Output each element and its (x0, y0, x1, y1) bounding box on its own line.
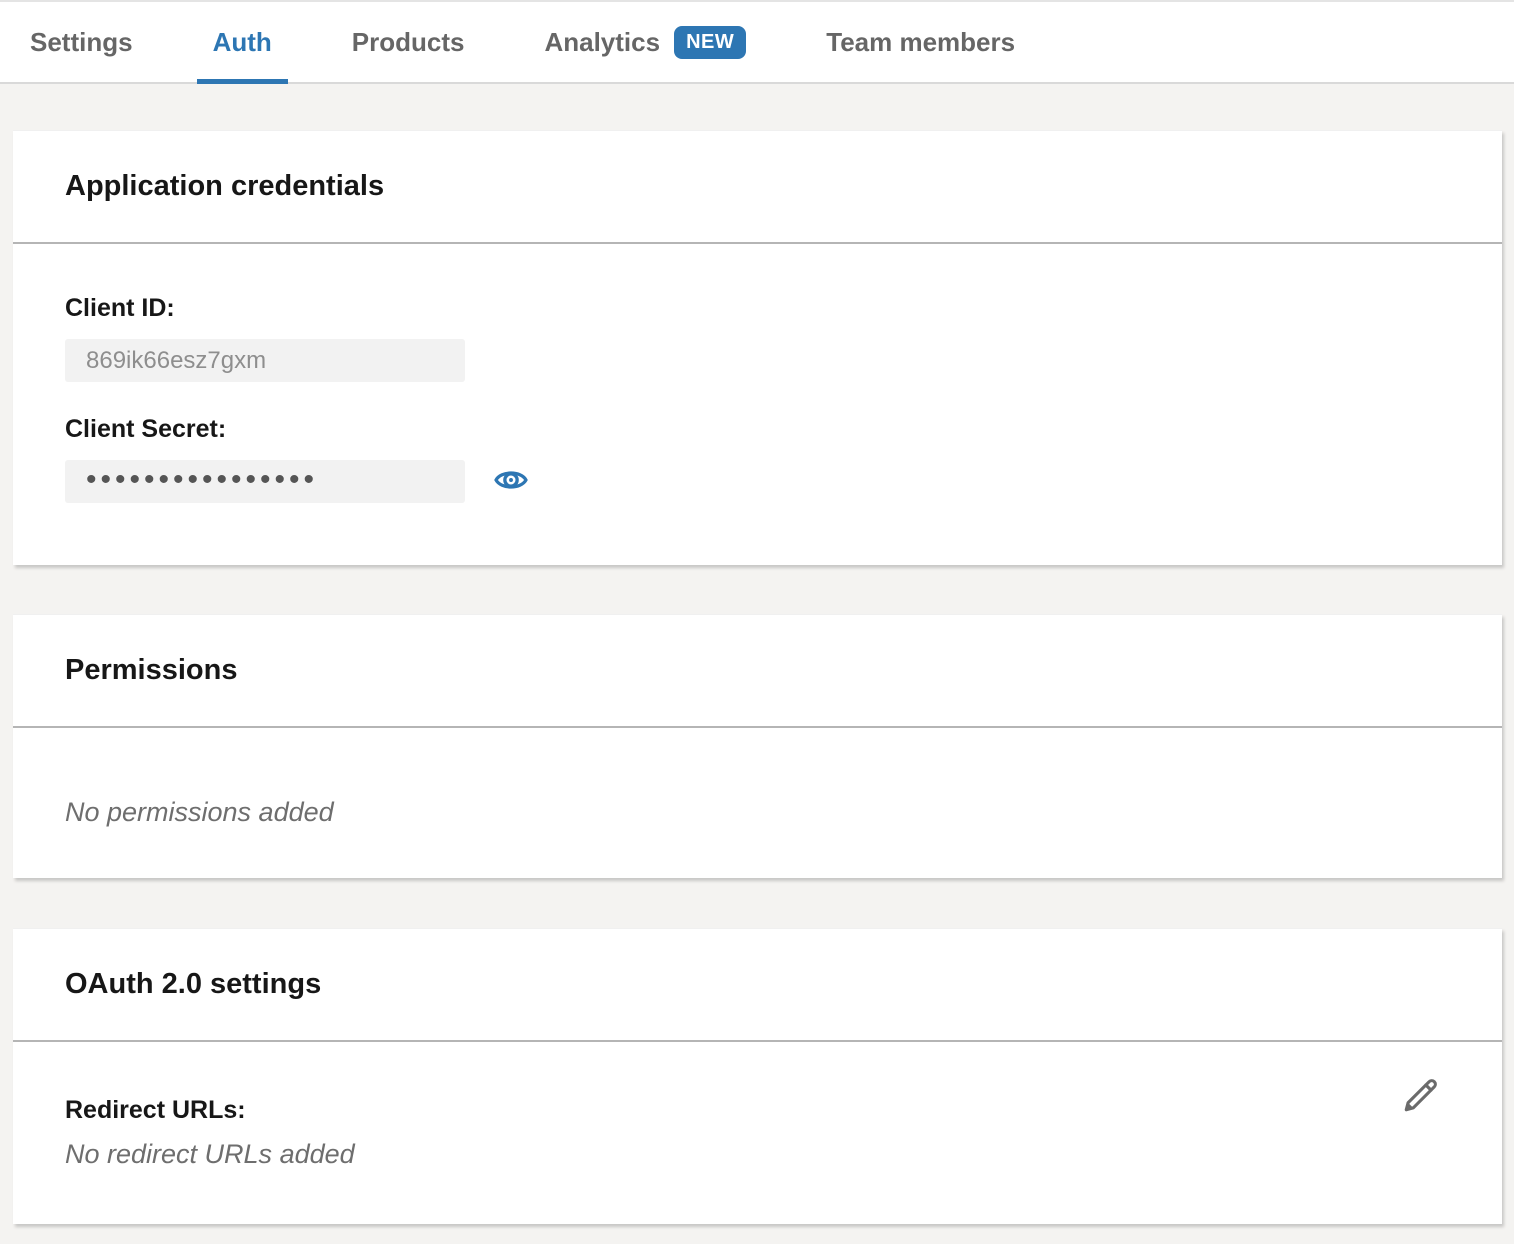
tab-auth-label: Auth (213, 27, 272, 58)
tab-team-members[interactable]: Team members (810, 2, 1031, 82)
application-credentials-title: Application credentials (65, 170, 384, 203)
oauth-settings-body: Redirect URLs: No redirect URLs added (13, 1042, 1502, 1224)
tab-bar: Settings Auth Products Analytics NEW Tea… (0, 0, 1514, 84)
new-badge: NEW (674, 26, 746, 59)
tab-settings[interactable]: Settings (14, 2, 149, 82)
tab-team-members-label: Team members (826, 27, 1015, 58)
client-id-value: 869ik66esz7gxm (86, 347, 266, 375)
tab-analytics-label: Analytics (544, 27, 660, 58)
application-credentials-body: Client ID: 869ik66esz7gxm Client Secret:… (13, 244, 1502, 565)
client-id-label: Client ID: (65, 294, 1450, 323)
pencil-icon (1398, 1074, 1442, 1121)
application-credentials-card: Application credentials Client ID: 869ik… (13, 130, 1502, 565)
permissions-body: No permissions added (13, 728, 1502, 878)
permissions-empty-text: No permissions added (65, 797, 334, 827)
tab-products[interactable]: Products (336, 2, 481, 82)
reveal-secret-button[interactable] (493, 462, 529, 501)
tab-settings-label: Settings (30, 27, 133, 58)
permissions-title: Permissions (65, 654, 237, 687)
application-credentials-header: Application credentials (13, 131, 1502, 244)
tab-auth[interactable]: Auth (197, 2, 288, 82)
tab-products-label: Products (352, 27, 465, 58)
client-id-field: 869ik66esz7gxm (65, 339, 465, 382)
edit-redirect-urls-button[interactable] (1398, 1074, 1442, 1121)
client-secret-label: Client Secret: (65, 415, 1450, 444)
eye-icon (493, 462, 529, 501)
client-secret-masked-value: •••••••••••••••• (86, 465, 318, 495)
oauth-settings-header: OAuth 2.0 settings (13, 929, 1502, 1042)
permissions-card: Permissions No permissions added (13, 614, 1502, 878)
redirect-urls-empty-text: No redirect URLs added (65, 1139, 355, 1169)
tab-analytics[interactable]: Analytics NEW (528, 2, 762, 82)
oauth-settings-title: OAuth 2.0 settings (65, 968, 321, 1001)
client-secret-field: •••••••••••••••• (65, 460, 465, 503)
oauth-settings-card: OAuth 2.0 settings Redirect URLs: No red… (13, 928, 1502, 1224)
redirect-urls-label: Redirect URLs: (65, 1096, 1450, 1125)
client-secret-row: •••••••••••••••• (65, 460, 1450, 503)
permissions-header: Permissions (13, 615, 1502, 728)
